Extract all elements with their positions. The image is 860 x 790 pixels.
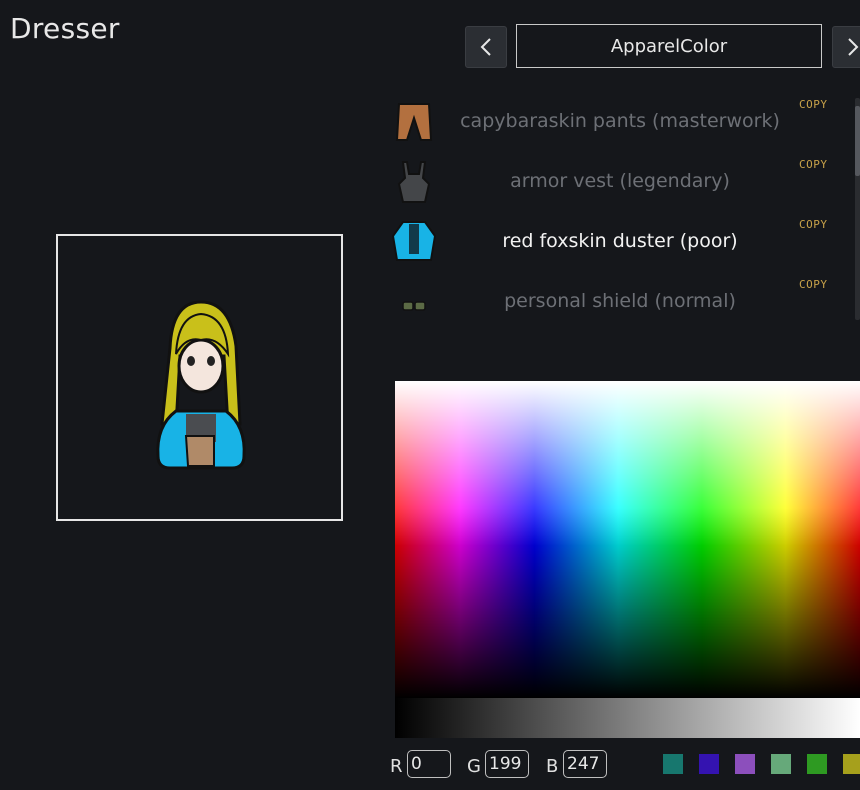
apparel-row-pants[interactable]: capybaraskin pants (masterwork) COPY [385,92,860,152]
chevron-left-icon [480,38,491,56]
apparel-list-scroll-thumb[interactable] [855,106,860,176]
copy-button[interactable]: COPY [799,158,828,171]
apparel-label[interactable]: armor vest (legendary) [445,170,795,192]
character-portrait [56,234,343,521]
color-swatch[interactable] [843,754,860,774]
color-picker-gradient[interactable] [395,381,860,698]
color-swatch[interactable] [771,754,791,774]
apparel-label[interactable]: capybaraskin pants (masterwork) [445,110,795,132]
red-input[interactable] [407,750,451,778]
next-category-button[interactable] [832,26,860,68]
copy-button[interactable]: COPY [799,278,828,291]
apparel-row-duster[interactable]: red foxskin duster (poor) COPY [385,212,860,272]
copy-button[interactable]: COPY [799,98,828,111]
previous-category-button[interactable] [465,26,507,68]
duster-icon [391,221,437,261]
apparel-row-shield[interactable]: personal shield (normal) COPY [385,272,860,332]
armor-vest-icon [397,161,431,203]
green-input[interactable] [485,750,529,778]
red-label: R [390,756,403,777]
blue-input[interactable] [563,750,607,778]
category-label: ApparelColor [610,35,728,57]
color-swatch[interactable] [807,754,827,774]
color-swatch[interactable] [735,754,755,774]
apparel-label[interactable]: red foxskin duster (poor) [445,230,795,252]
chevron-right-icon [848,38,859,56]
blue-label: B [546,756,559,777]
window-title: Dresser [10,12,120,45]
apparel-label[interactable]: personal shield (normal) [445,290,795,312]
pants-icon [395,103,433,141]
copy-button[interactable]: COPY [799,218,828,231]
apparel-row-armor-vest[interactable]: armor vest (legendary) COPY [385,152,860,212]
shield-belt-icon [402,301,426,311]
color-swatch[interactable] [699,754,719,774]
brightness-slider[interactable] [395,698,860,738]
pawn-avatar [156,300,246,470]
category-selector[interactable]: ApparelColor [516,24,822,68]
green-label: G [467,756,481,777]
color-swatch[interactable] [663,754,683,774]
